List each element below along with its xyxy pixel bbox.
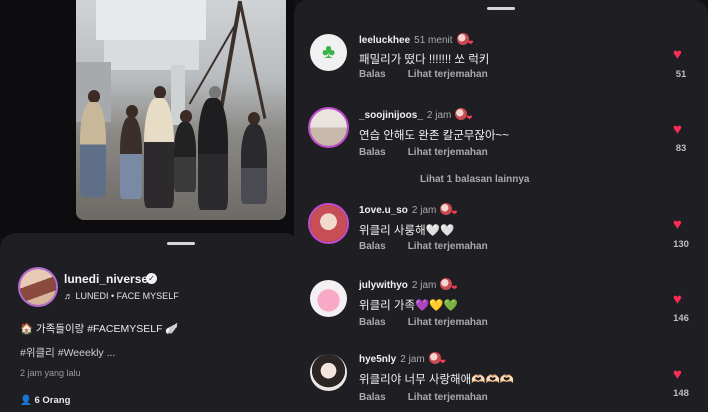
commenter-avatar[interactable] [310, 280, 347, 317]
person [120, 117, 142, 199]
person [198, 98, 228, 210]
comment-user[interactable]: hye5nly 2 jam [359, 352, 446, 366]
drag-handle[interactable] [167, 242, 195, 245]
tree-trunk [238, 0, 267, 120]
verified-badge-icon: ✓ [146, 273, 157, 284]
comment-actions: Balas Lihat terjemahan [359, 317, 510, 328]
translate-button[interactable]: Lihat terjemahan [408, 241, 488, 252]
view-more-replies[interactable]: Lihat 1 balasan lainnya [420, 174, 529, 185]
author-avatar[interactable] [20, 269, 56, 305]
translate-button[interactable]: Lihat terjemahan [408, 392, 488, 403]
person [241, 124, 267, 204]
person [144, 98, 174, 208]
post-time: 2 jam yang lalu [20, 368, 81, 378]
like-heart-icon[interactable]: ♥ [673, 122, 682, 137]
like-heart-icon[interactable]: ♥ [673, 47, 682, 62]
person [80, 102, 106, 197]
creator-liked-icon [440, 278, 457, 292]
music-title: LUNEDI • FACE MYSELF [75, 291, 179, 301]
music-note-icon: ♬ [64, 291, 73, 301]
commenter-avatar[interactable]: ♣ [310, 34, 347, 71]
creator-liked-icon [428, 352, 446, 366]
people-count: 6 Orang [34, 395, 71, 406]
caption-line-1: 🏠 가족들이랑 #FACEMYSELF 🪽 [20, 323, 179, 335]
author-username[interactable]: lunedi_niverse [64, 272, 148, 286]
comment-text: 위클리야 너무 사랑해애🫶🏻🫶🏻🫶🏻 [359, 374, 515, 386]
clover-icon: ♣ [321, 41, 336, 63]
comment-actions: Balas Lihat terjemahan [359, 147, 510, 158]
creator-liked-icon [455, 108, 472, 122]
like-count: 130 [673, 239, 689, 250]
comments-panel: ♣ leeluckhee51 menit 패밀리가 떴다 !!!!!!! 쏘 럭… [294, 0, 708, 412]
like-count: 148 [673, 388, 689, 399]
translate-button[interactable]: Lihat terjemahan [408, 69, 488, 80]
creator-liked-icon [440, 203, 457, 217]
comment-user[interactable]: julywithyo 2 jam [359, 278, 457, 292]
reply-button[interactable]: Balas [359, 241, 386, 252]
commenter-avatar[interactable] [310, 354, 347, 391]
translate-button[interactable]: Lihat terjemahan [408, 317, 488, 328]
commenter-avatar[interactable] [310, 205, 347, 242]
post-info-panel: lunedi_niverse ✓ ♬ LUNEDI • FACE MYSELF … [0, 233, 300, 412]
reply-button[interactable]: Balas [359, 317, 386, 328]
comment-actions: Balas Lihat terjemahan [359, 241, 510, 252]
person [174, 122, 196, 192]
video-player[interactable] [76, 0, 286, 220]
translate-button[interactable]: Lihat terjemahan [408, 147, 488, 158]
drag-handle[interactable] [487, 7, 515, 10]
comment-text: 패밀리가 떴다 !!!!!!! 쏘 럭키 [359, 54, 490, 66]
creator-liked-icon [456, 33, 474, 47]
like-heart-icon[interactable]: ♥ [673, 217, 682, 232]
like-heart-icon[interactable]: ♥ [673, 292, 682, 307]
caption-line-2[interactable]: #위클리 #Weeekly ... [20, 345, 115, 360]
comment-user[interactable]: leeluckhee 51 menit [359, 33, 474, 47]
comment-user[interactable]: _soojinijoos_ 2 jam [359, 108, 472, 122]
comment-user[interactable]: 1ove.u_so 2 jam [359, 203, 457, 217]
comment-actions: Balas Lihat terjemahan [359, 392, 510, 403]
comment-actions: Balas Lihat terjemahan [359, 69, 510, 80]
comment-text: 위클리 가족💜💛💚 [359, 300, 459, 312]
music-row[interactable]: ♬ LUNEDI • FACE MYSELF [64, 291, 179, 301]
reply-button[interactable]: Balas [359, 392, 386, 403]
reply-button[interactable]: Balas [359, 147, 386, 158]
like-count: 146 [673, 313, 689, 324]
reply-button[interactable]: Balas [359, 69, 386, 80]
comment-text: 연습 안해도 완존 칼군무잖아~~ [359, 130, 509, 142]
like-heart-icon[interactable]: ♥ [673, 367, 682, 382]
like-count: 51 [675, 69, 687, 80]
comment-text: 위클리 사룽해🤍🤍 [359, 225, 455, 237]
commenter-avatar[interactable] [310, 109, 347, 146]
tagged-people[interactable]: 👤 6 Orang [20, 395, 70, 406]
building [96, 0, 206, 40]
person-icon: 👤 [20, 395, 32, 406]
like-count: 83 [675, 143, 687, 154]
